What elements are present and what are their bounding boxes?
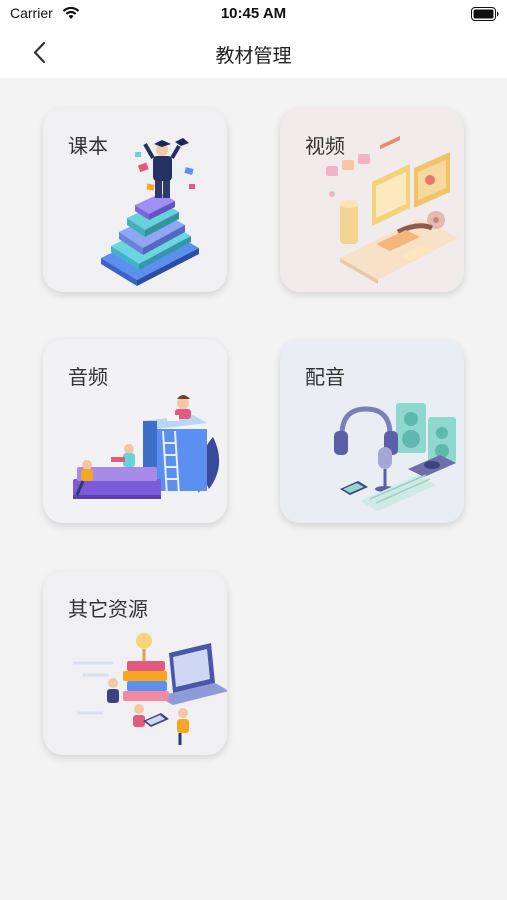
- navigation-bar: 教材管理: [0, 28, 507, 78]
- card-audio[interactable]: 音频: [43, 339, 227, 523]
- status-bar: Carrier 10:45 AM: [0, 0, 507, 28]
- page-title: 教材管理: [215, 45, 292, 67]
- card-dubbing[interactable]: 配音: [280, 339, 464, 523]
- card-label: 配音: [305, 365, 345, 389]
- card-label: 课本: [68, 134, 108, 158]
- card-textbook[interactable]: 课本: [43, 108, 227, 292]
- battery-icon: [471, 7, 499, 21]
- card-label: 音频: [68, 365, 108, 389]
- card-other-resources[interactable]: 其它资源: [43, 571, 227, 755]
- card-label: 其它资源: [68, 597, 148, 621]
- status-time: 10:45 AM: [220, 5, 287, 22]
- card-video[interactable]: 视频: [280, 108, 464, 292]
- card-label: 视频: [305, 134, 345, 158]
